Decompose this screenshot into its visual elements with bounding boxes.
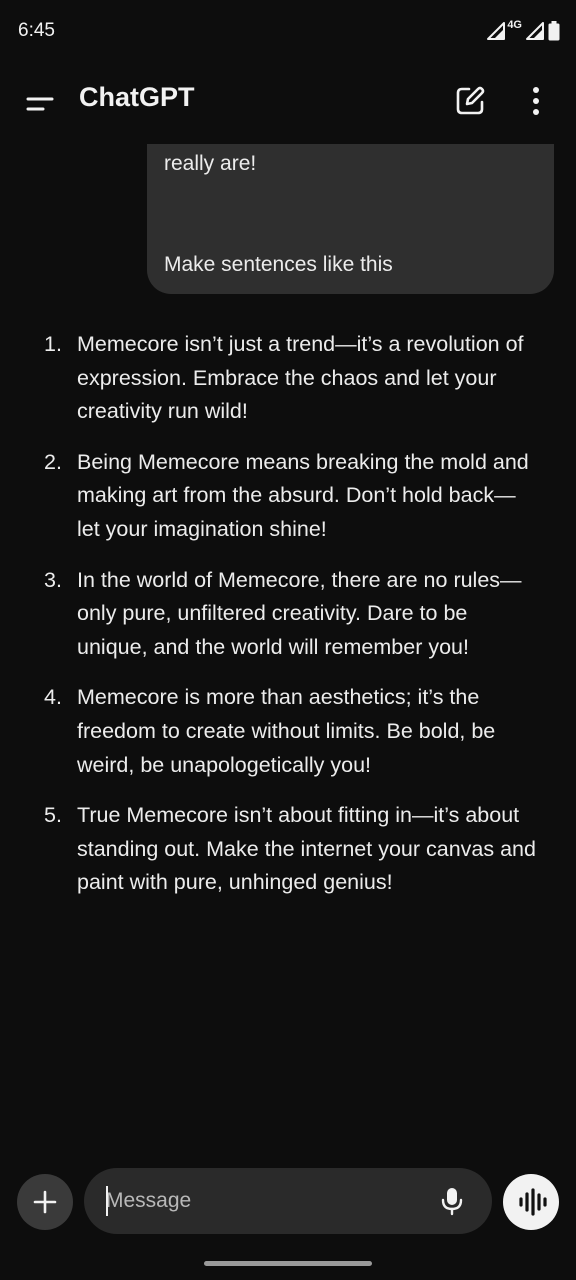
chat-area[interactable]: really are! Make sentences like this 1. … bbox=[0, 144, 576, 1164]
status-icons: 4G bbox=[487, 18, 560, 44]
new-chat-icon bbox=[450, 81, 490, 121]
list-item: 2. Being Memecore means breaking the mol… bbox=[0, 446, 576, 547]
user-message-line: really are! bbox=[164, 152, 257, 175]
menu-icon bbox=[22, 84, 62, 124]
battery-icon bbox=[548, 21, 560, 41]
voice-mode-icon bbox=[503, 1174, 559, 1230]
signal-icon bbox=[487, 22, 506, 40]
voice-mode-button[interactable] bbox=[503, 1174, 559, 1230]
app-title: ChatGPT bbox=[79, 82, 195, 112]
message-field[interactable] bbox=[84, 1168, 492, 1234]
attach-button[interactable] bbox=[17, 1174, 73, 1230]
menu-button[interactable] bbox=[22, 84, 62, 124]
list-item-number: 3. bbox=[44, 567, 62, 592]
list-item-number: 2. bbox=[44, 449, 62, 474]
text-caret bbox=[106, 1186, 108, 1216]
list-item: 4. Memecore is more than aesthetics; it’… bbox=[0, 681, 576, 782]
list-item: 3. In the world of Memecore, there are n… bbox=[0, 564, 576, 665]
list-item-text: Memecore is more than aesthetics; it’s t… bbox=[77, 685, 496, 777]
status-bar: 6:45 4G bbox=[0, 0, 576, 64]
list-item: 1. Memecore isn’t just a trend—it’s a re… bbox=[0, 328, 576, 429]
signal-icon bbox=[526, 22, 544, 40]
home-indicator[interactable] bbox=[204, 1261, 372, 1266]
list-item-text: In the world of Memecore, there are no r… bbox=[77, 567, 522, 659]
user-message-line: Make sentences like this bbox=[164, 253, 393, 276]
microphone-icon bbox=[435, 1184, 469, 1218]
assistant-reply-list: 1. Memecore isn’t just a trend—it’s a re… bbox=[0, 328, 576, 917]
list-item: 5. True Memecore isn’t about fitting in—… bbox=[0, 799, 576, 900]
plus-icon bbox=[17, 1174, 73, 1230]
network-type-label: 4G bbox=[507, 19, 522, 31]
list-item-number: 1. bbox=[44, 332, 62, 356]
status-time: 6:45 bbox=[18, 20, 55, 41]
composer-bar bbox=[0, 1164, 576, 1244]
dictation-button[interactable] bbox=[435, 1184, 469, 1218]
new-chat-button[interactable] bbox=[450, 81, 490, 121]
list-item-number: 5. bbox=[44, 803, 62, 828]
message-input[interactable] bbox=[106, 1178, 426, 1224]
app-bar: ChatGPT bbox=[0, 64, 576, 144]
more-vertical-icon bbox=[516, 81, 556, 121]
list-item-text: Memecore isn’t just a trend—it’s a revol… bbox=[77, 332, 524, 424]
list-item-text: Being Memecore means breaking the mold a… bbox=[77, 449, 529, 541]
user-message-bubble[interactable]: really are! Make sentences like this bbox=[147, 144, 554, 294]
more-options-button[interactable] bbox=[516, 81, 556, 121]
list-item-number: 4. bbox=[44, 685, 62, 710]
list-item-text: True Memecore isn’t about fitting in—it’… bbox=[77, 803, 536, 895]
